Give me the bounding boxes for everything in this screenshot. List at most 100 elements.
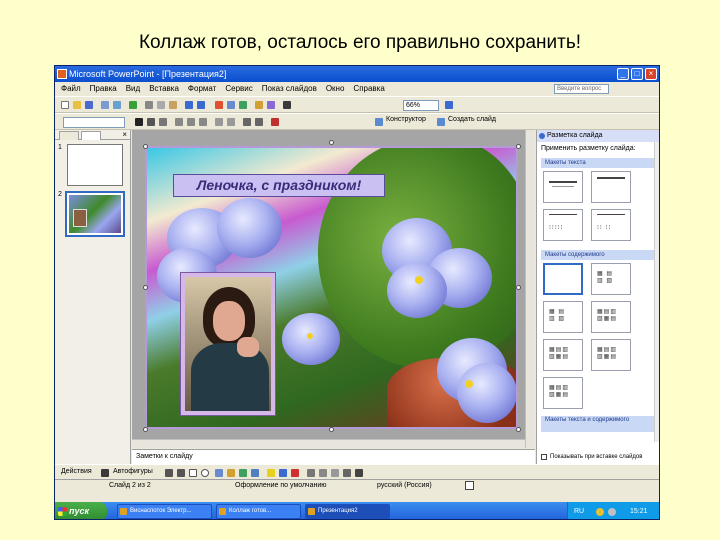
- chart-icon[interactable]: [215, 101, 223, 109]
- start-button[interactable]: пуск: [55, 502, 107, 519]
- font-color-icon[interactable]: [291, 469, 299, 477]
- current-slide[interactable]: Леночка, с праздником!: [145, 146, 518, 429]
- language-indicator[interactable]: RU: [574, 502, 584, 519]
- layout-blank[interactable]: [543, 263, 583, 295]
- minimize-button[interactable]: _: [617, 68, 629, 80]
- arrow-style-icon[interactable]: [331, 469, 339, 477]
- horizontal-scrollbar[interactable]: [132, 439, 525, 448]
- selection-handle[interactable]: [516, 427, 521, 432]
- slide-thumbnail-1[interactable]: [67, 144, 123, 186]
- designer-icon[interactable]: [375, 118, 383, 126]
- new-slide-icon[interactable]: [437, 118, 445, 126]
- title-bar[interactable]: Microsoft PowerPoint - [Презентация2] _ …: [55, 66, 659, 82]
- actions-menu[interactable]: Действия: [61, 465, 92, 479]
- slide-thumbnail-2[interactable]: [65, 191, 125, 237]
- menu-item[interactable]: Формат: [188, 84, 216, 93]
- clipart-icon[interactable]: [239, 469, 247, 477]
- font-size-decrease-icon[interactable]: [255, 118, 263, 126]
- italic-icon[interactable]: [147, 118, 155, 126]
- font-size-increase-icon[interactable]: [243, 118, 251, 126]
- selection-handle[interactable]: [143, 144, 148, 149]
- spelling-icon[interactable]: [129, 101, 137, 109]
- close-button[interactable]: ×: [645, 68, 657, 80]
- menu-item[interactable]: Правка: [90, 84, 117, 93]
- font-select[interactable]: [63, 117, 125, 128]
- rotation-handle[interactable]: [329, 140, 334, 145]
- zoom-select[interactable]: 66%: [403, 100, 439, 111]
- save-icon[interactable]: [85, 101, 93, 109]
- select-arrow-icon[interactable]: [101, 469, 109, 477]
- task-pane-scrollbar[interactable]: [654, 142, 659, 442]
- undo-icon[interactable]: [185, 101, 193, 109]
- show-on-insert-checkbox[interactable]: [541, 454, 547, 460]
- underline-icon[interactable]: [159, 118, 167, 126]
- layout-content-grid[interactable]: ▦▤▥ ▧▦▤: [543, 377, 583, 409]
- taskbar-item[interactable]: Коллаж готов...: [216, 504, 301, 519]
- wordart-icon[interactable]: [227, 469, 235, 477]
- layout-title-content[interactable]: ▦ ▤ ▥ ▧: [543, 301, 583, 333]
- show-on-insert-option[interactable]: Показывать при вставке слайдов: [541, 454, 642, 460]
- volume-icon[interactable]: [608, 508, 616, 516]
- selection-handle[interactable]: [143, 427, 148, 432]
- taskbar-item-active[interactable]: Презентация2: [305, 504, 390, 519]
- font-color-icon[interactable]: [271, 118, 279, 126]
- notes-pane[interactable]: Заметки к слайду: [132, 449, 535, 464]
- help-search-input[interactable]: Введите вопрос: [554, 84, 609, 94]
- paste-icon[interactable]: [169, 101, 177, 109]
- slide-headline[interactable]: Леночка, с праздником!: [173, 174, 385, 197]
- open-icon[interactable]: [73, 101, 81, 109]
- grid-icon[interactable]: [267, 101, 275, 109]
- oval-icon[interactable]: [201, 469, 209, 477]
- layout-title-four-content[interactable]: ▦▤▥ ▧▦▤: [591, 339, 631, 371]
- selection-handle[interactable]: [516, 144, 521, 149]
- print-icon[interactable]: [101, 101, 109, 109]
- layout-four-content[interactable]: ▦▤▥ ▧▦▤: [543, 339, 583, 371]
- slides-tab[interactable]: [81, 131, 101, 140]
- textbox-icon[interactable]: [215, 469, 223, 477]
- bold-icon[interactable]: [135, 118, 143, 126]
- line-style-icon[interactable]: [307, 469, 315, 477]
- rectangle-icon[interactable]: [189, 469, 197, 477]
- vertical-scrollbar[interactable]: [525, 130, 535, 448]
- layout-two-columns[interactable]: ⁝⁝ ⁝⁝: [591, 209, 631, 241]
- tray-icon[interactable]: [596, 508, 604, 516]
- taskbar-item[interactable]: Виснаспоток Электр...: [117, 504, 212, 519]
- wordart-icon[interactable]: [255, 101, 263, 109]
- fill-color-icon[interactable]: [267, 469, 275, 477]
- new-icon[interactable]: [61, 101, 69, 109]
- layout-title-only[interactable]: [591, 171, 631, 203]
- close-icon[interactable]: ×: [122, 130, 127, 139]
- menu-item[interactable]: Окно: [326, 84, 345, 93]
- line-color-icon[interactable]: [279, 469, 287, 477]
- numbering-icon[interactable]: [215, 118, 223, 126]
- menu-item[interactable]: Вставка: [149, 84, 179, 93]
- bullets-icon[interactable]: [227, 118, 235, 126]
- table-icon[interactable]: [227, 101, 235, 109]
- cut-icon[interactable]: [145, 101, 153, 109]
- 3d-icon[interactable]: [355, 469, 363, 477]
- align-center-icon[interactable]: [187, 118, 195, 126]
- align-left-icon[interactable]: [175, 118, 183, 126]
- maximize-button[interactable]: □: [631, 68, 643, 80]
- autoshapes-menu[interactable]: Автофигуры: [113, 465, 153, 479]
- picture-icon[interactable]: [251, 469, 259, 477]
- task-pane-title[interactable]: Разметка слайда: [537, 130, 659, 142]
- menu-item[interactable]: Файл: [61, 84, 81, 93]
- selection-handle[interactable]: [516, 285, 521, 290]
- layout-two-content[interactable]: ▦▤▥ ▧▦▤: [591, 301, 631, 333]
- arrow-icon[interactable]: [177, 469, 185, 477]
- menu-item[interactable]: Сервис: [225, 84, 252, 93]
- insert-picture-icon[interactable]: [239, 101, 247, 109]
- portrait-photo-frame[interactable]: [180, 272, 276, 416]
- designer-button[interactable]: Конструктор: [386, 116, 426, 123]
- outline-tab[interactable]: [59, 131, 79, 140]
- shadow-icon[interactable]: [343, 469, 351, 477]
- selection-handle[interactable]: [329, 427, 334, 432]
- menu-item[interactable]: Справка: [353, 84, 384, 93]
- help-icon[interactable]: [445, 101, 453, 109]
- align-right-icon[interactable]: [199, 118, 207, 126]
- menu-item[interactable]: Показ слайдов: [262, 84, 317, 93]
- redo-icon[interactable]: [197, 101, 205, 109]
- menu-item[interactable]: Вид: [126, 84, 140, 93]
- layout-title[interactable]: [543, 171, 583, 203]
